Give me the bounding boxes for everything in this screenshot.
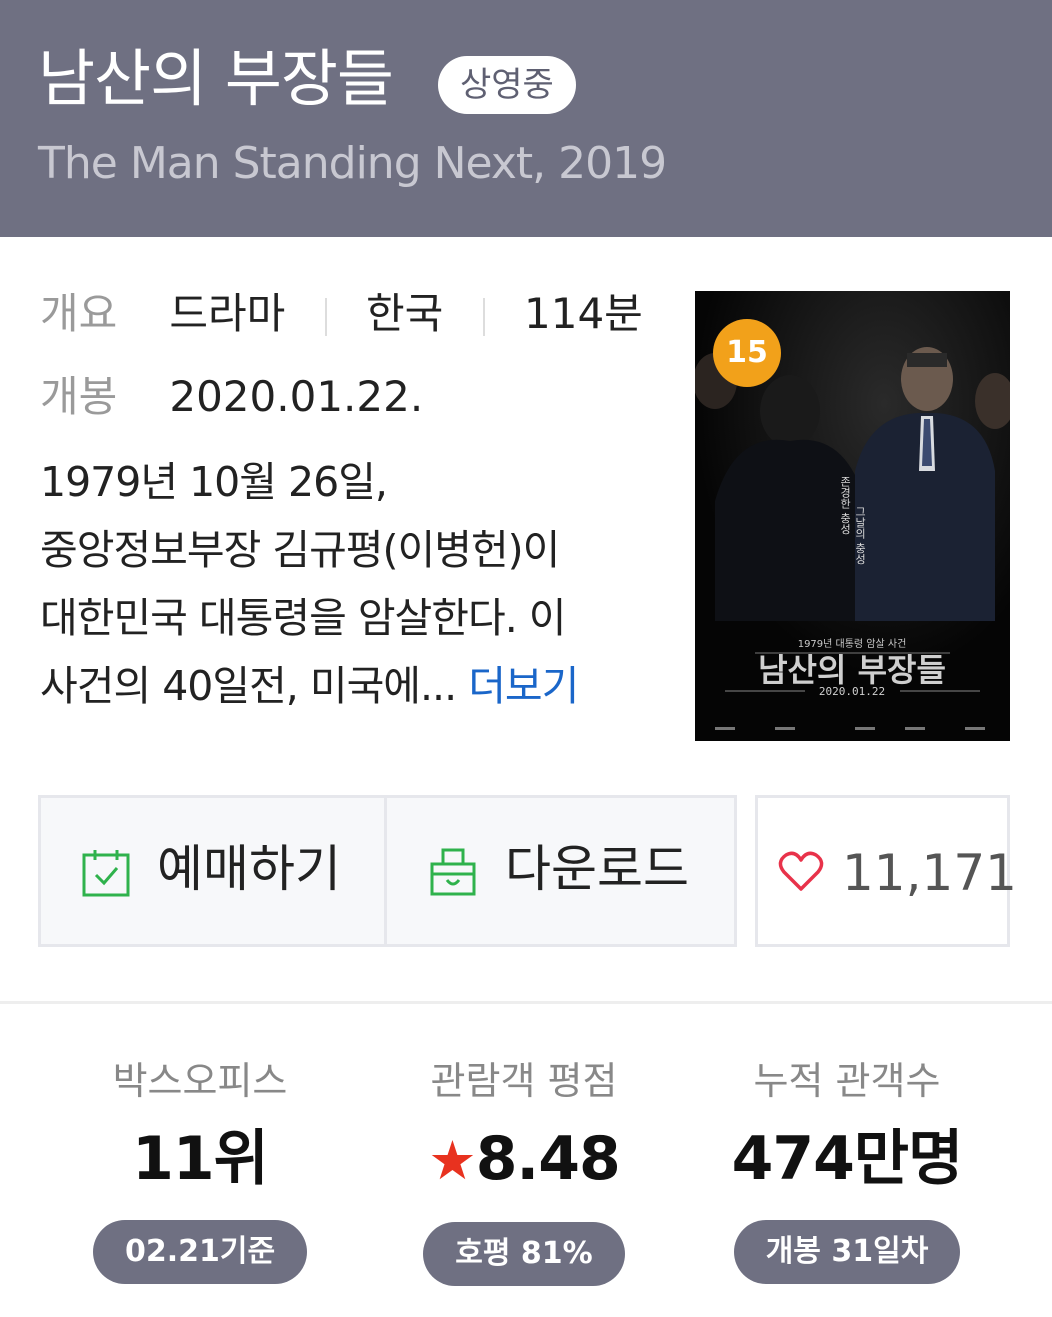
genre-link[interactable]: 드라마 — [169, 289, 285, 338]
like-count: 11,171 — [842, 844, 1017, 902]
overview-row: 개요 드라마 한국 114분 — [40, 293, 643, 336]
poster-tagline: 존경한 충성 — [839, 476, 852, 535]
synopsis-line: 사건의 40일전, 미국에... — [40, 662, 457, 710]
box-office-rank: 11위 — [132, 1124, 269, 1194]
download-button[interactable]: 다운로드 — [384, 795, 737, 947]
stat-label: 누적 관객수 — [753, 1059, 941, 1103]
reserve-button[interactable]: 예매하기 — [38, 795, 387, 947]
runtime-value: 114분 — [524, 289, 643, 338]
download-label: 다운로드 — [505, 840, 689, 898]
poster-tagline: 그날의 충성 — [854, 506, 867, 565]
box-office-stat[interactable]: 박스오피스 11위 02.21기준 — [35, 1058, 365, 1284]
reserve-label: 예매하기 — [157, 840, 341, 898]
like-button[interactable]: 11,171 — [755, 795, 1017, 947]
stat-badge: 02.21기준 — [92, 1220, 308, 1284]
status-badge: 상영중 — [438, 56, 576, 114]
overview-label: 개요 — [40, 289, 118, 338]
audience-rating-stat[interactable]: 관람객 평점 ★8.48 호평 81% — [359, 1058, 689, 1286]
release-row: 개봉 2020.01.22. — [40, 376, 423, 418]
heart-icon — [778, 851, 824, 891]
star-icon: ★ — [428, 1129, 476, 1192]
synopsis-line: 대한민국 대통령을 암살한다. 이 — [40, 594, 567, 642]
poster-title: 남산의 부장들 — [758, 651, 946, 689]
divider — [324, 297, 327, 336]
stat-badge: 호평 81% — [423, 1222, 625, 1286]
stat-label: 박스오피스 — [112, 1059, 288, 1103]
age-rating-badge: 15 — [713, 319, 781, 387]
movie-title: 남산의 부장들 — [38, 42, 394, 115]
release-label: 개봉 — [40, 372, 118, 421]
section-divider — [0, 1001, 1052, 1004]
country-link[interactable]: 한국 — [366, 289, 443, 338]
release-date: 2020.01.22. — [169, 372, 424, 421]
divider — [482, 297, 485, 336]
synopsis-line: 중앙정보부장 김규평(이병헌)이 — [40, 526, 560, 574]
stat-label: 관람객 평점 — [430, 1059, 618, 1103]
synopsis: 1979년 10월 26일, 중앙정보부장 김규평(이병헌)이 대한민국 대통령… — [40, 448, 640, 720]
poster-date: 2020.01.22 — [819, 685, 885, 698]
poster-caption: 1979년 대통령 암살 사건 — [798, 638, 907, 650]
more-link[interactable]: 더보기 — [468, 662, 579, 710]
calendar-check-icon — [82, 850, 130, 897]
download-bag-icon — [430, 848, 476, 896]
rating-value: 8.48 — [475, 1124, 621, 1194]
audience-count: 474만명 — [731, 1124, 964, 1194]
movie-header: 남산의 부장들 상영중 The Man Standing Next, 2019 — [0, 0, 1052, 237]
synopsis-line: 1979년 10월 26일, — [40, 458, 388, 506]
stat-badge: 개봉 31일차 — [733, 1220, 961, 1284]
movie-subtitle: The Man Standing Next, 2019 — [38, 138, 667, 189]
rating-value-wrap: ★8.48 — [359, 1126, 689, 1194]
movie-poster[interactable]: 존경한 충성 그날의 충성 1979년 대통령 암살 사건 남산의 부장들 20… — [695, 291, 1010, 741]
cumulative-audience-stat[interactable]: 누적 관객수 474만명 개봉 31일차 — [682, 1058, 1012, 1284]
